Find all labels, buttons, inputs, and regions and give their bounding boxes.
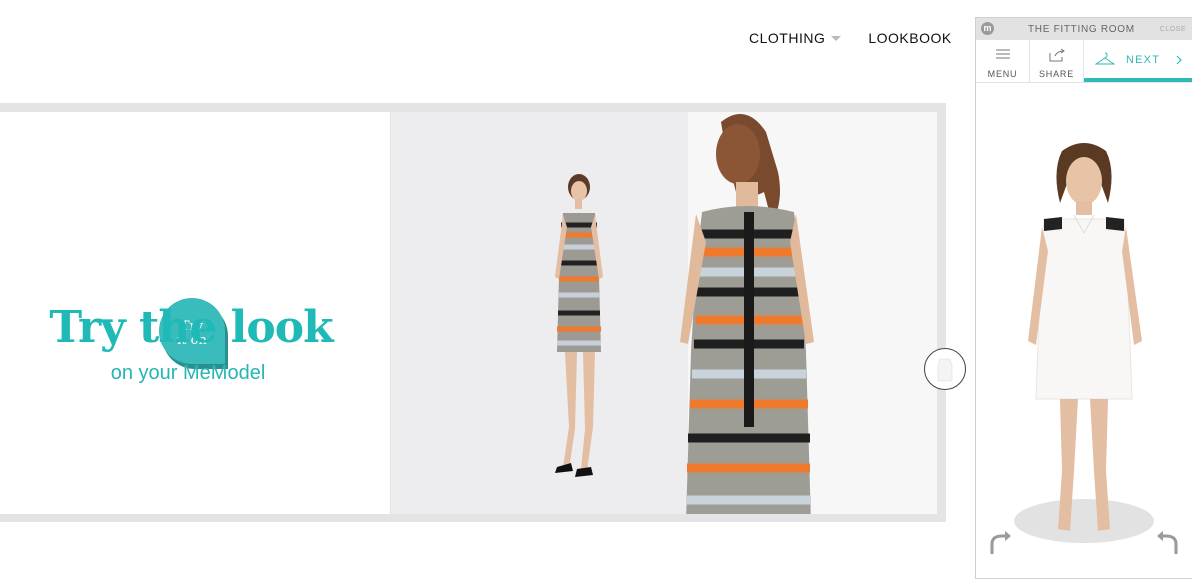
- nav-lookbook[interactable]: LOOKBOOK: [868, 30, 951, 46]
- chevron-right-icon: [1176, 55, 1182, 65]
- hero-image-panel: [391, 112, 937, 514]
- hero-title: Try the look: [49, 302, 333, 353]
- chevron-down-icon: [831, 35, 842, 41]
- memodel-logo: m: [981, 22, 994, 35]
- fitting-room-toolbar: MENU SHARE NEXT: [976, 40, 1192, 83]
- rotate-left-icon[interactable]: [986, 530, 1014, 558]
- memodel-avatar: [1014, 143, 1154, 543]
- share-button[interactable]: SHARE: [1030, 40, 1084, 82]
- menu-button[interactable]: MENU: [976, 40, 1030, 82]
- share-icon: [1049, 48, 1065, 62]
- fitting-room-title: THE FITTING ROOM: [1028, 24, 1135, 35]
- fitting-room-panel: m THE FITTING ROOM CLOSE MENU SHARE NEXT: [975, 17, 1192, 579]
- nav-clothing-label: CLOTHING: [749, 30, 826, 46]
- next-button[interactable]: NEXT: [1084, 40, 1192, 82]
- model-front-image: [555, 174, 603, 477]
- memodel-stage[interactable]: [976, 83, 1192, 578]
- garment-thumbnail-button[interactable]: [924, 348, 966, 390]
- fitting-room-header: m THE FITTING ROOM CLOSE: [976, 18, 1192, 40]
- close-button[interactable]: CLOSE: [1160, 26, 1186, 33]
- menu-label: MENU: [987, 69, 1018, 79]
- nav-clothing[interactable]: CLOTHING: [749, 30, 868, 46]
- menu-icon: [995, 49, 1010, 59]
- model-back-image: [680, 114, 814, 514]
- rotate-right-icon[interactable]: [1154, 530, 1182, 558]
- nav-lookbook-label: LOOKBOOK: [868, 30, 952, 46]
- dress-icon: [937, 358, 953, 382]
- main-nav: CLOTHING LOOKBOOK: [749, 30, 952, 46]
- hanger-icon: [1095, 52, 1115, 65]
- share-label: SHARE: [1038, 69, 1074, 79]
- hero-subtitle: on your MeModel: [110, 362, 266, 384]
- next-label: NEXT: [1126, 54, 1161, 66]
